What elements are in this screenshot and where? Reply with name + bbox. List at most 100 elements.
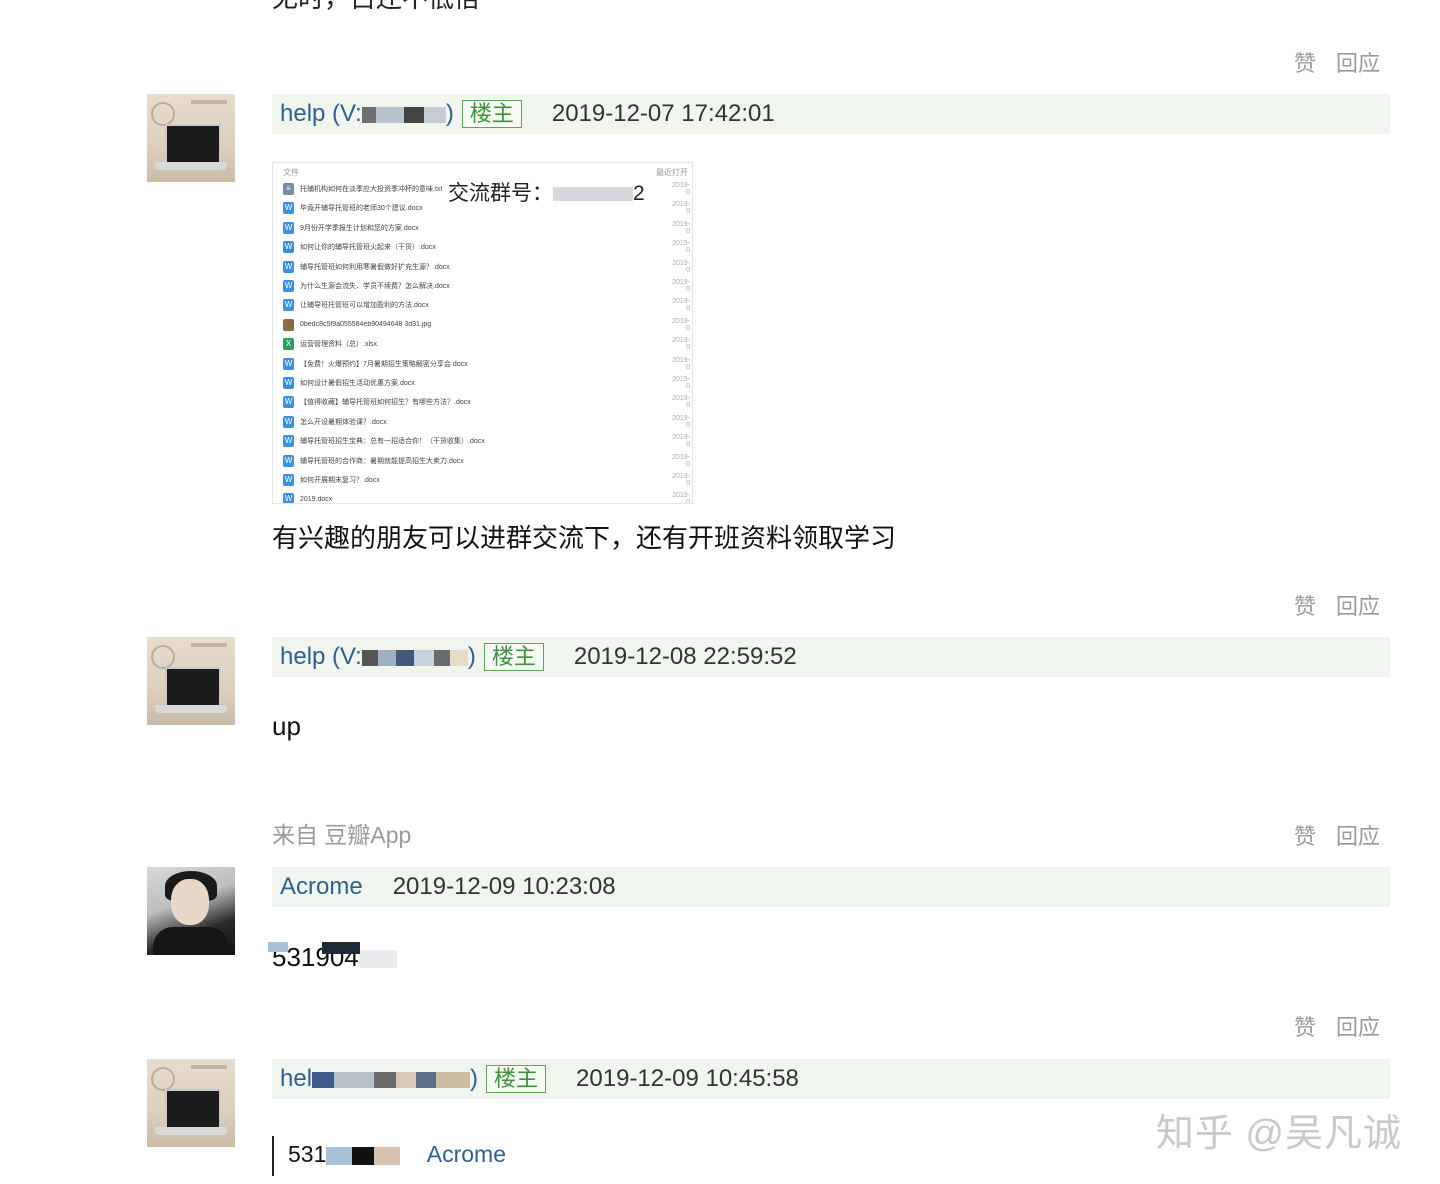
redaction-mask — [268, 942, 288, 952]
file-row[interactable]: X 运营管理资料（总）.xlsx 2019-0 — [283, 335, 690, 353]
column-header-file: 文件 — [283, 168, 299, 177]
redaction-mask — [396, 1071, 417, 1088]
redaction-mask — [423, 106, 446, 123]
file-row[interactable]: ≡ 托辅机构如何在淡季应大投资季冲杯的意味.txt 2019-0 — [283, 180, 690, 198]
redaction-mask — [436, 1071, 471, 1088]
op-badge: 楼主 — [483, 643, 544, 671]
redaction-mask — [352, 1146, 375, 1165]
file-date: 2019-0 — [672, 279, 690, 293]
file-name: 运营管理资料（总）.xlsx — [300, 341, 377, 349]
reply-button[interactable]: 回应 — [1336, 51, 1380, 76]
reply-button[interactable]: 回应 — [1336, 824, 1380, 849]
avatar[interactable] — [147, 867, 235, 955]
post-time: 2019-12-09 10:23:08 — [392, 873, 616, 900]
author-link[interactable]: Acrome — [280, 873, 363, 901]
doc-file-icon: W — [283, 299, 294, 312]
author-link[interactable]: hel) — [280, 1065, 478, 1093]
doc-file-icon: W — [283, 474, 294, 486]
redaction-mask — [361, 106, 376, 123]
img-file-icon — [283, 318, 294, 331]
file-date: 2019-0 — [672, 182, 690, 196]
attached-screenshot[interactable]: 文件 最近打开 交流群号： 2 ≡ 托辅机构如何在淡季应大投资季冲杯的意味.txt 2… — [272, 162, 693, 504]
file-name: 辅导托管班招生宝典：总有一招适合你！（干货收集）.docx — [300, 438, 485, 446]
reply-quote: 531 Acrome — [288, 1141, 507, 1167]
redaction-mask — [403, 106, 424, 123]
file-name: 如何设计暑假招生活动优惠方案.docx — [300, 380, 415, 387]
avatar[interactable] — [147, 637, 235, 725]
file-date: 2019-0 — [672, 259, 690, 274]
like-button[interactable]: 赞 — [1294, 51, 1316, 76]
like-button[interactable]: 赞 — [1294, 1015, 1316, 1040]
post-header: hel) 楼主 2019-12-09 10:45:58 — [272, 1059, 1390, 1099]
xls-file-icon: X — [283, 338, 294, 351]
avatar-decoration — [171, 879, 209, 925]
laptop-icon — [165, 124, 221, 164]
post-actions: 赞回应 — [1274, 589, 1380, 621]
doc-file-icon: W — [283, 435, 294, 448]
quote-marker — [272, 1136, 274, 1176]
file-date: 2019-0 — [672, 376, 690, 390]
redaction-mask — [395, 649, 414, 666]
file-row[interactable]: W 辅导托管班招生宝典：总有一招适合你！（干货收集）.docx 2019-0 — [283, 432, 690, 450]
post-time: 2019-12-08 22:59:52 — [573, 643, 797, 670]
file-row[interactable]: W 【值得收藏】辅导托管班如何招生？有哪些方法？.docx 2019-0 — [283, 393, 690, 411]
file-name: 如何开展期末复习？.docx — [300, 477, 380, 484]
file-row[interactable]: W 毕竟开辅导托管班的老师30个建议.docx 2019-0 — [283, 199, 690, 217]
file-name: 辅导托管班的合作商：暑期就能提高招生大卖力.docx — [300, 457, 464, 465]
previous-post-text: 无时，占还不低倍 — [272, 0, 480, 15]
like-button[interactable]: 赞 — [1294, 594, 1316, 619]
avatar[interactable] — [147, 1059, 235, 1147]
laptop-icon — [165, 1089, 221, 1129]
laptop-icon — [165, 667, 221, 707]
avatar[interactable] — [147, 94, 235, 182]
file-date: 2019-0 — [672, 434, 690, 449]
file-name: 毕竟开辅导托管班的老师30个建议.docx — [300, 205, 423, 213]
avatar-decoration — [151, 102, 175, 126]
file-row[interactable]: W 为什么生源会流失、学员不续费？怎么解决.docx 2019-0 — [283, 277, 690, 295]
file-row[interactable]: W 如何让你的辅导托管班火起来（干货）.docx 2019-0 — [283, 238, 690, 256]
file-row[interactable]: W 2019.docx 2019-0 — [283, 490, 690, 504]
redaction-mask — [416, 1071, 437, 1088]
doc-file-icon: W — [283, 241, 294, 254]
doc-file-icon: W — [283, 260, 294, 273]
laptop-base — [155, 705, 227, 713]
file-date: 2019-0 — [672, 220, 690, 235]
post-actions: 赞回应 — [1274, 819, 1380, 851]
file-row[interactable]: W 如何设计暑假招生活动优惠方案.docx 2019-0 — [283, 374, 690, 392]
file-name: 0bedc8c5f9a055584eb90494648 3d31.jpg — [300, 321, 432, 329]
file-row[interactable]: W 辅导托管班如何利用寒暑假做好扩充生源？.docx 2019-0 — [283, 258, 690, 276]
reply-button[interactable]: 回应 — [1336, 1015, 1380, 1040]
file-date: 2019-0 — [672, 414, 690, 429]
like-button[interactable]: 赞 — [1294, 824, 1316, 849]
file-name: 托辅机构如何在淡季应大投资季冲杯的意味.txt — [300, 186, 443, 193]
file-row[interactable]: W 【免费！火爆预约】7月暑期招生策略解密分享会.docx 2019-0 — [283, 355, 690, 373]
post-time: 2019-12-07 17:42:01 — [551, 100, 775, 127]
op-badge: 楼主 — [461, 100, 522, 128]
post-header: help (V:) 楼主 2019-12-08 22:59:52 — [272, 637, 1390, 677]
doc-file-icon: W — [283, 357, 294, 370]
author-link[interactable]: help (V:) — [280, 643, 476, 671]
file-name: 【免费！火爆预约】7月暑期招生策略解密分享会.docx — [300, 360, 468, 368]
file-date: 2019-0 — [672, 317, 690, 332]
author-link[interactable]: help (V:) — [280, 100, 454, 128]
file-row[interactable]: 0bedc8c5f9a055584eb90494648 3d31.jpg 2019… — [283, 316, 690, 334]
post-actions: 赞回应 — [1274, 46, 1380, 78]
doc-file-icon: W — [283, 280, 294, 292]
file-row[interactable]: W 如何开展期末复习？.docx 2019-0 — [283, 471, 690, 489]
file-date: 2019-0 — [672, 492, 690, 504]
file-name: 辅导托管班如何利用寒暑假做好扩充生源？.docx — [300, 263, 450, 271]
file-row[interactable]: W 9月份开学季报生计划和您的方案.docx 2019-0 — [283, 219, 690, 237]
redaction-mask — [449, 649, 468, 666]
redaction-mask — [334, 1071, 375, 1088]
file-row[interactable]: W 辅导托管班的合作商：暑期就能提高招生大卖力.docx 2019-0 — [283, 452, 690, 470]
file-row[interactable]: W 让辅导班托管班可以增加盈利的方法.docx 2019-0 — [283, 296, 690, 314]
post-actions: 赞回应 — [1274, 1010, 1380, 1042]
post-header: help (V:) 楼主 2019-12-07 17:42:01 — [272, 94, 1390, 134]
file-date: 2019-0 — [672, 356, 690, 371]
redaction-mask — [377, 649, 396, 666]
file-date: 2019-0 — [672, 395, 690, 410]
reply-button[interactable]: 回应 — [1336, 594, 1380, 619]
file-row[interactable]: W 怎么开设暑期体验课？.docx 2019-0 — [283, 413, 690, 431]
quoted-author-link[interactable]: Acrome — [427, 1141, 506, 1167]
file-name: 如何让你的辅导托管班火起来（干货）.docx — [300, 244, 436, 252]
